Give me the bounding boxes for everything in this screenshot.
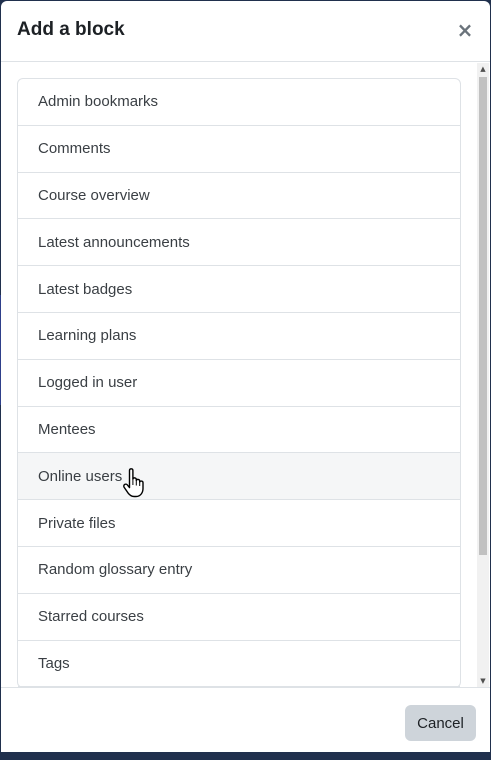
block-item-label: Random glossary entry [38, 561, 193, 579]
dialog-header: Add a block × [1, 1, 490, 62]
block-item-label: Online users [38, 467, 123, 485]
triangle-down-icon[interactable]: ▼ [477, 675, 489, 687]
dialog-title: Add a block [17, 19, 125, 40]
block-item-starred-courses[interactable]: Starred courses [18, 594, 460, 641]
block-item-label: Starred courses [38, 608, 144, 626]
block-item-logged-in-user[interactable]: Logged in user [18, 360, 460, 407]
block-item-tags[interactable]: Tags [18, 641, 460, 687]
scrollbar-thumb[interactable] [479, 77, 487, 555]
block-item-label: Private files [38, 514, 116, 532]
block-item-learning-plans[interactable]: Learning plans [18, 313, 460, 360]
block-item-label: Course overview [38, 186, 150, 204]
block-item-label: Comments [38, 140, 111, 158]
block-item-random-glossary-entry[interactable]: Random glossary entry [18, 547, 460, 594]
block-item-label: Latest badges [38, 280, 133, 298]
block-item-private-files[interactable]: Private files [18, 500, 460, 547]
block-item-label: Admin bookmarks [38, 93, 159, 111]
block-item-online-users[interactable]: Online users [18, 453, 460, 501]
dialog-footer: Cancel [1, 687, 490, 752]
block-item-label: Tags [38, 654, 70, 672]
list-scrollbar[interactable]: ▲ ▼ [477, 63, 489, 687]
block-item-label: Latest announcements [38, 233, 190, 251]
cancel-button[interactable]: Cancel [405, 705, 476, 741]
block-item-comments[interactable]: Comments [18, 126, 460, 173]
block-item-latest-badges[interactable]: Latest badges [18, 266, 460, 313]
block-item-label: Learning plans [38, 327, 137, 345]
dialog-body[interactable]: Admin bookmarks Comments Course overview… [1, 62, 490, 687]
block-item-admin-bookmarks[interactable]: Admin bookmarks [18, 79, 460, 126]
close-icon: × [456, 18, 474, 42]
triangle-up-icon[interactable]: ▲ [477, 63, 489, 75]
block-item-label: Logged in user [38, 374, 138, 392]
block-item-course-overview[interactable]: Course overview [18, 173, 460, 220]
block-item-mentees[interactable]: Mentees [18, 407, 460, 454]
block-list: Admin bookmarks Comments Course overview… [17, 78, 461, 687]
block-item-latest-announcements[interactable]: Latest announcements [18, 219, 460, 267]
close-button[interactable]: × [454, 17, 476, 43]
add-block-dialog: Add a block × Admin bookmarks Comments C… [1, 1, 490, 752]
block-item-label: Mentees [38, 420, 96, 438]
